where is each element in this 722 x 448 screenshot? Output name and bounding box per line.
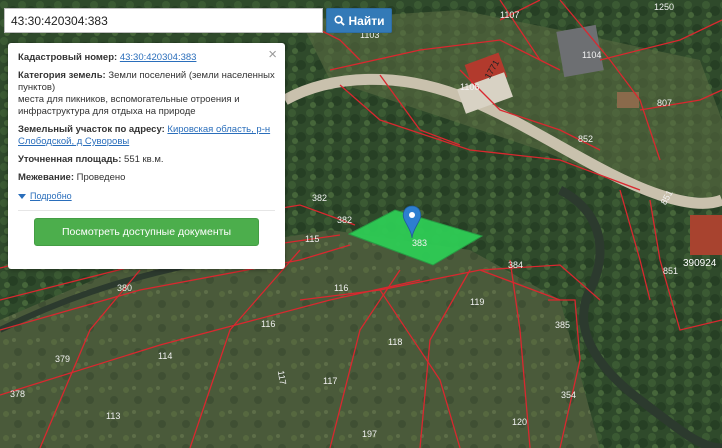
cadastral-row: Кадастровый номер: 43:30:420304:383 — [18, 52, 275, 64]
area-value: 551 кв.м. — [124, 154, 164, 165]
survey-value: Проведено — [76, 172, 126, 183]
plot-label: 197 — [362, 429, 377, 439]
plot-label: 120 — [512, 417, 527, 427]
plot-label: 117 — [323, 376, 337, 386]
parcel-info-panel: × Кадастровый номер: 43:30:420304:383 Ка… — [8, 43, 285, 269]
plot-label: 379 — [55, 354, 70, 364]
divider — [18, 210, 275, 211]
plot-label: 851 — [663, 266, 678, 276]
plot-label: 382 — [337, 215, 352, 225]
survey-row: Межевание: Проведено — [18, 172, 275, 184]
plot-label: 1250 — [654, 2, 674, 12]
category-row: Категория земель: Земли поселений (земли… — [18, 70, 275, 118]
plot-label: 115 — [305, 234, 319, 244]
cadastral-number-link[interactable]: 43:30:420304:383 — [120, 52, 197, 63]
plot-label: 114 — [158, 351, 172, 361]
search-icon — [333, 15, 345, 26]
plot-label: 119 — [470, 297, 484, 307]
plot-label: 385 — [555, 320, 570, 330]
cadastral-label: Кадастровый номер: — [18, 52, 118, 63]
caret-down-icon — [18, 193, 26, 199]
area-row: Уточненная площадь: 551 кв.м. — [18, 154, 275, 166]
area-label: Уточненная площадь: — [18, 154, 122, 165]
plot-label: 383 — [412, 238, 427, 248]
plot-label: 116 — [261, 319, 275, 329]
search-button-label: Найти — [348, 13, 385, 28]
search-input[interactable] — [4, 8, 323, 33]
house-roof — [690, 215, 722, 255]
search-button[interactable]: Найти — [326, 8, 392, 33]
plot-label: 354 — [561, 390, 576, 400]
details-toggle[interactable]: Подробно — [18, 190, 275, 202]
plot-label: 378 — [10, 389, 25, 399]
plot-label: 390924 — [683, 258, 717, 269]
address-row: Земельный участок по адресу: Кировская о… — [18, 124, 275, 148]
plot-label: 807 — [657, 98, 672, 108]
plot-label: 113 — [106, 411, 120, 421]
address-label: Земельный участок по адресу: — [18, 124, 165, 135]
survey-label: Межевание: — [18, 172, 74, 183]
plot-label: 380 — [117, 283, 132, 293]
view-documents-button[interactable]: Посмотреть доступные документы — [34, 218, 259, 246]
category-label: Категория земель: — [18, 70, 106, 81]
category-detail: места для пикников, вспомогательные отро… — [18, 94, 240, 117]
details-link[interactable]: Подробно — [30, 190, 72, 202]
plot-label: 116 — [334, 283, 348, 293]
plot-label: 1106 — [460, 82, 479, 92]
plot-label: 384 — [508, 260, 523, 270]
close-icon[interactable]: × — [268, 47, 277, 63]
plot-label: 852 — [578, 134, 593, 144]
plot-label: 1104 — [582, 50, 601, 60]
plot-label: 118 — [388, 337, 402, 347]
plot-label: 382 — [312, 193, 327, 203]
plot-label: 1107 — [500, 10, 519, 20]
